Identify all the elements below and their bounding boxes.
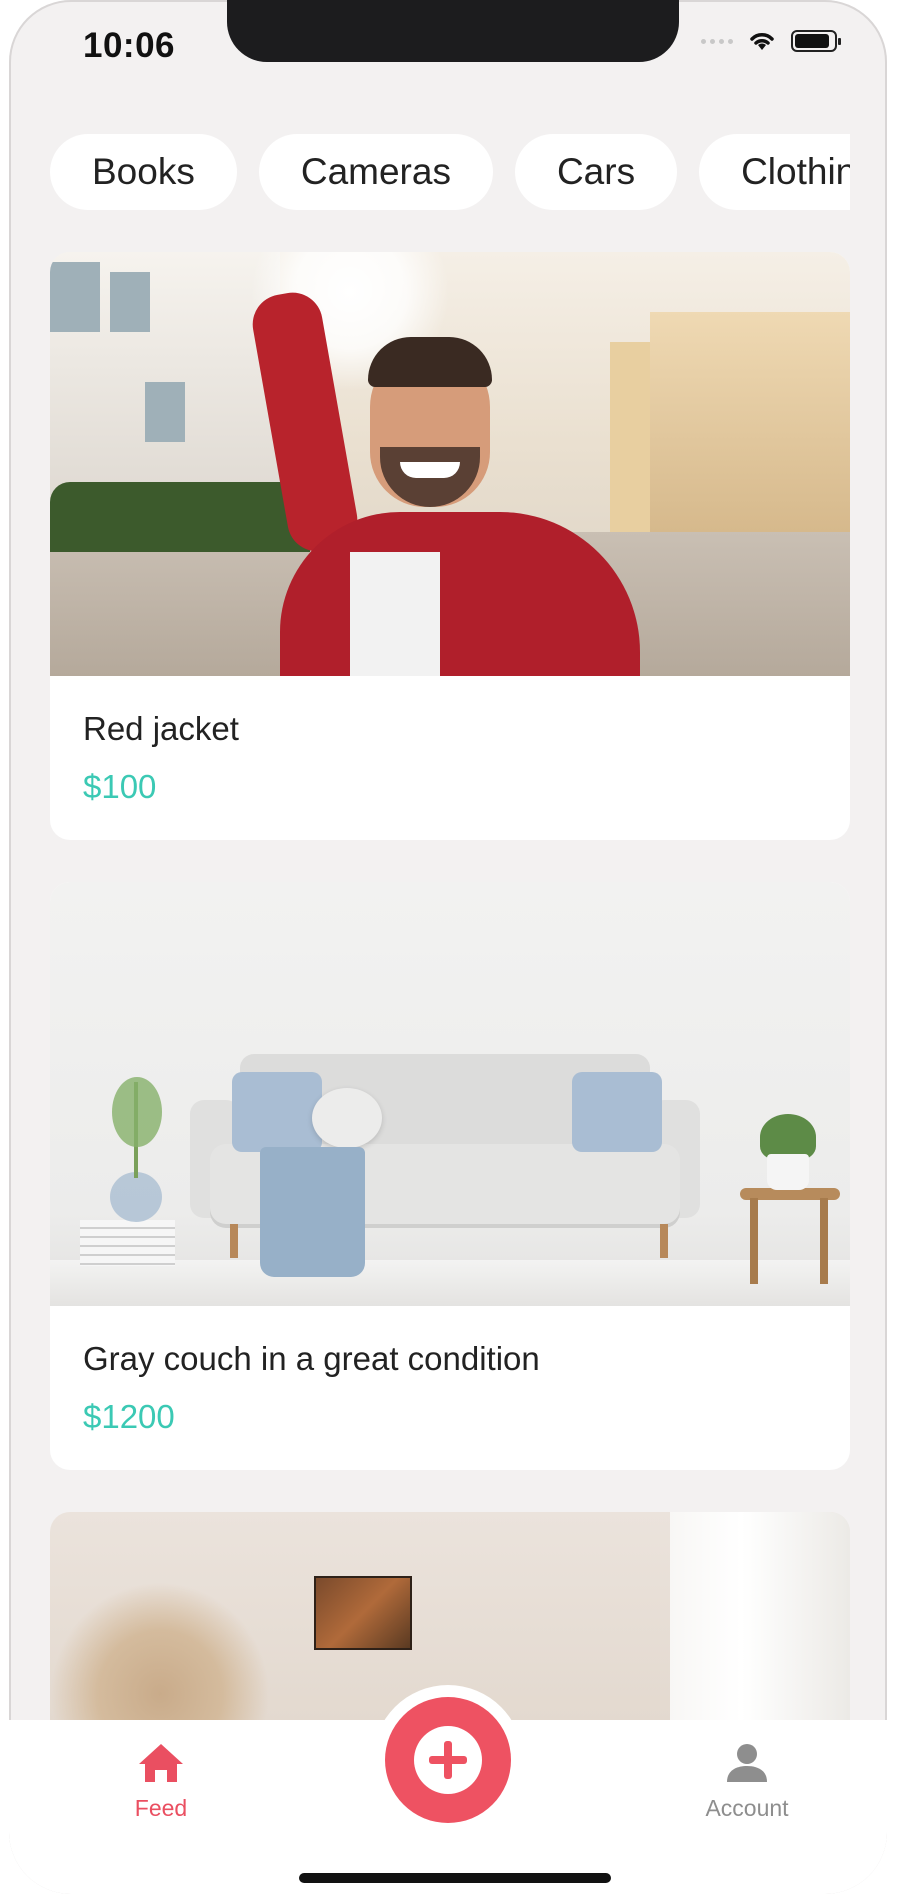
signal-icon <box>701 38 733 44</box>
status-time: 10:06 <box>83 26 176 65</box>
listing-card[interactable]: Red jacket $100 <box>50 252 850 840</box>
home-indicator <box>299 1873 611 1883</box>
category-chip-cars[interactable]: Cars <box>514 134 678 210</box>
listing-price: $100 <box>83 768 157 805</box>
tab-feed[interactable]: Feed <box>81 1742 241 1822</box>
category-chips: Books Cameras Cars Clothing <box>50 134 850 210</box>
wifi-icon <box>750 33 774 50</box>
device-notch <box>227 0 679 62</box>
listing-image <box>50 252 850 676</box>
battery-icon <box>791 30 841 52</box>
person-icon <box>727 1744 767 1782</box>
category-chip-cameras[interactable]: Cameras <box>258 134 493 210</box>
tab-account[interactable]: Account <box>667 1742 827 1822</box>
home-icon <box>139 1744 183 1782</box>
tab-feed-label: Feed <box>134 1795 188 1821</box>
listing-price: $1200 <box>83 1398 175 1435</box>
category-chip-books[interactable]: Books <box>50 134 237 210</box>
listing-card[interactable]: Gray couch in a great condition $1200 <box>50 882 850 1470</box>
listing-image <box>50 1582 270 1722</box>
category-chip-clothing[interactable]: Clothing <box>699 134 850 210</box>
add-listing-button[interactable] <box>385 1697 511 1823</box>
plus-circle-icon <box>414 1726 482 1794</box>
listing-title: Gray couch in a great condition <box>83 1340 540 1377</box>
tab-account-label: Account <box>705 1795 789 1821</box>
listing-title: Red jacket <box>83 710 239 747</box>
status-icons <box>701 30 841 52</box>
phone-screen: 10:06 Books Cameras Cars Clothing <box>9 0 887 1894</box>
listing-image <box>50 882 850 1306</box>
